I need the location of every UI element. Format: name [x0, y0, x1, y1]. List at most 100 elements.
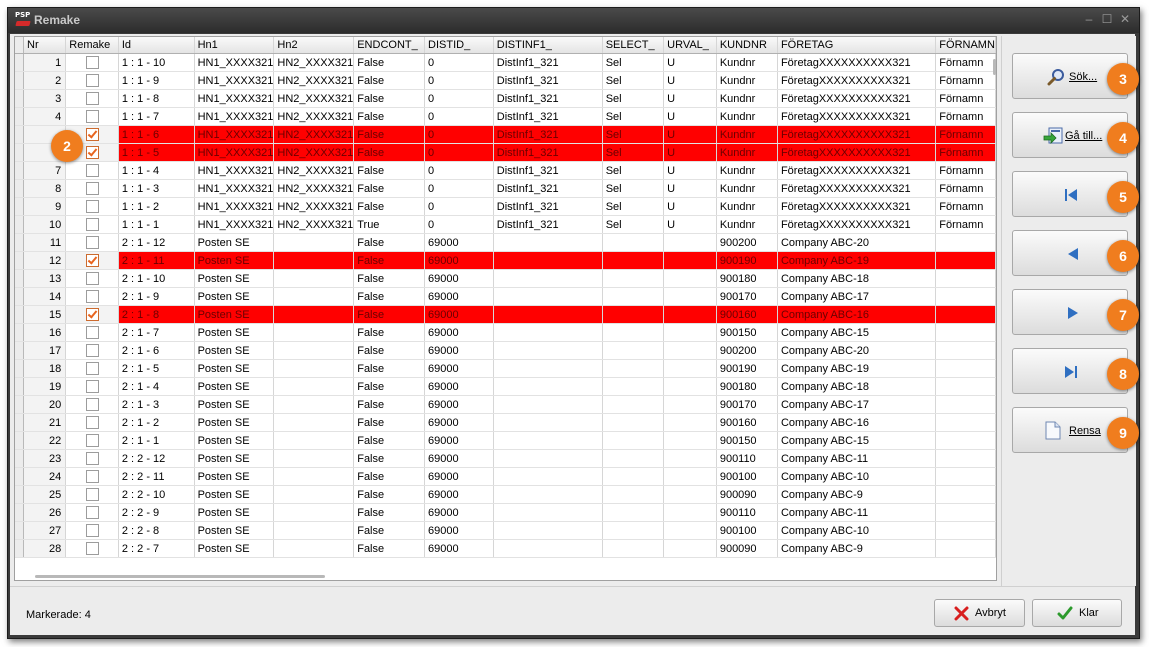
row-indicator[interactable]: [15, 539, 24, 558]
row-indicator[interactable]: [15, 125, 24, 144]
remake-checkbox[interactable]: [85, 236, 99, 249]
table-row[interactable]: 2 1 : 1 - 9 HN1_XXXX321 HN2_XXXX321 False 0 Di…: [15, 71, 996, 90]
row-indicator[interactable]: [15, 449, 24, 468]
remake-checkbox[interactable]: [85, 506, 99, 519]
column-header-endcont[interactable]: ENDCONT_: [353, 37, 426, 54]
remake-checkbox[interactable]: [85, 128, 99, 141]
column-header-foretag[interactable]: FÖRETAG: [777, 37, 937, 54]
table-row[interactable]: 13 2 : 1 - 10 Posten SE False 69000 900180 Com…: [15, 269, 996, 288]
table-row[interactable]: 11 2 : 1 - 12 Posten SE False 69000 900200 Com…: [15, 233, 996, 252]
table-row[interactable]: 1 : 1 - 5 HN1_XXXX321 HN2_XXXX321 False 0 Dis…: [15, 143, 996, 162]
data-grid[interactable]: Nr Remake Id Hn1 Hn2 ENDCONT_ DISTID_ DISTINF1_…: [14, 36, 997, 581]
row-indicator[interactable]: [15, 341, 24, 360]
remake-checkbox[interactable]: [85, 542, 99, 555]
maximize-icon[interactable]: ☐: [1100, 12, 1114, 26]
row-indicator[interactable]: [15, 143, 24, 162]
column-header-urval[interactable]: URVAL_: [663, 37, 717, 54]
column-header-kundnr[interactable]: KUNDNR: [716, 37, 778, 54]
remake-checkbox[interactable]: [85, 218, 99, 231]
remake-checkbox[interactable]: [85, 326, 99, 339]
remake-checkbox[interactable]: [85, 362, 99, 375]
table-row[interactable]: 17 2 : 1 - 6 Posten SE False 69000 900200 Comp…: [15, 341, 996, 360]
table-row[interactable]: 16 2 : 1 - 7 Posten SE False 69000 900150 Comp…: [15, 323, 996, 342]
remake-checkbox[interactable]: [85, 200, 99, 213]
row-indicator[interactable]: [15, 197, 24, 216]
remake-checkbox[interactable]: [85, 398, 99, 411]
row-indicator[interactable]: [15, 71, 24, 90]
row-indicator[interactable]: [15, 89, 24, 108]
row-indicator[interactable]: [15, 179, 24, 198]
row-indicator[interactable]: [15, 431, 24, 450]
table-row[interactable]: 22 2 : 1 - 1 Posten SE False 69000 900150 Comp…: [15, 431, 996, 450]
ok-button[interactable]: Klar: [1032, 599, 1122, 627]
remake-checkbox[interactable]: [85, 272, 99, 285]
column-header-hn2[interactable]: Hn2: [273, 37, 355, 54]
remake-checkbox[interactable]: [85, 452, 99, 465]
column-header-distinf1[interactable]: DISTINF1_: [493, 37, 603, 54]
table-row[interactable]: 7 1 : 1 - 4 HN1_XXXX321 HN2_XXXX321 False 0 Di…: [15, 161, 996, 180]
table-row[interactable]: 26 2 : 2 - 9 Posten SE False 69000 900110 Comp…: [15, 503, 996, 522]
row-indicator[interactable]: [15, 323, 24, 342]
remake-checkbox[interactable]: [85, 182, 99, 195]
table-row[interactable]: 14 2 : 1 - 9 Posten SE False 69000 900170 Comp…: [15, 287, 996, 306]
table-row[interactable]: 27 2 : 2 - 8 Posten SE False 69000 900100 Comp…: [15, 521, 996, 540]
row-indicator[interactable]: [15, 521, 24, 540]
row-indicator[interactable]: [15, 233, 24, 252]
remake-checkbox[interactable]: [85, 74, 99, 87]
vertical-scrollbar[interactable]: [993, 59, 996, 75]
table-row[interactable]: 15 2 : 1 - 8 Posten SE False 69000 900160 Comp…: [15, 305, 996, 324]
row-indicator[interactable]: [15, 107, 24, 126]
remake-checkbox[interactable]: [85, 110, 99, 123]
row-indicator[interactable]: [15, 467, 24, 486]
table-row[interactable]: 8 1 : 1 - 3 HN1_XXXX321 HN2_XXXX321 False 0 Di…: [15, 179, 996, 198]
table-row[interactable]: 3 1 : 1 - 8 HN1_XXXX321 HN2_XXXX321 False 0 Di…: [15, 89, 996, 108]
remake-checkbox[interactable]: [85, 146, 99, 159]
row-indicator[interactable]: [15, 395, 24, 414]
table-row[interactable]: 25 2 : 2 - 10 Posten SE False 69000 900090 Com…: [15, 485, 996, 504]
table-row[interactable]: 9 1 : 1 - 2 HN1_XXXX321 HN2_XXXX321 False 0 Di…: [15, 197, 996, 216]
row-indicator[interactable]: [15, 287, 24, 306]
row-indicator[interactable]: [15, 413, 24, 432]
table-row[interactable]: 19 2 : 1 - 4 Posten SE False 69000 900180 Comp…: [15, 377, 996, 396]
row-indicator[interactable]: [15, 485, 24, 504]
cancel-button[interactable]: Avbryt: [934, 599, 1025, 627]
remake-checkbox[interactable]: [85, 92, 99, 105]
table-row[interactable]: 10 1 : 1 - 1 HN1_XXXX321 HN2_XXXX321 True 0 Di…: [15, 215, 996, 234]
table-row[interactable]: 4 1 : 1 - 7 HN1_XXXX321 HN2_XXXX321 False 0 Di…: [15, 107, 996, 126]
remake-checkbox[interactable]: [85, 290, 99, 303]
table-row[interactable]: 24 2 : 2 - 11 Posten SE False 69000 900100 Com…: [15, 467, 996, 486]
row-indicator[interactable]: [15, 251, 24, 270]
row-indicator[interactable]: [15, 503, 24, 522]
column-header-hn1[interactable]: Hn1: [194, 37, 275, 54]
column-header-id[interactable]: Id: [118, 37, 195, 54]
table-row[interactable]: 1 1 : 1 - 10 HN1_XXXX321 HN2_XXXX321 False 0 D…: [15, 53, 996, 72]
remake-checkbox[interactable]: [85, 488, 99, 501]
row-indicator[interactable]: [15, 161, 24, 180]
table-row[interactable]: 12 2 : 1 - 11 Posten SE False 69000 900190 Com…: [15, 251, 996, 270]
table-row[interactable]: 1 : 1 - 6 HN1_XXXX321 HN2_XXXX321 False 0 Dis…: [15, 125, 996, 144]
row-indicator[interactable]: [15, 305, 24, 324]
remake-checkbox[interactable]: [85, 470, 99, 483]
table-row[interactable]: 20 2 : 1 - 3 Posten SE False 69000 900170 Comp…: [15, 395, 996, 414]
minimize-icon[interactable]: –: [1082, 12, 1096, 26]
row-indicator[interactable]: [15, 359, 24, 378]
row-indicator[interactable]: [15, 269, 24, 288]
table-row[interactable]: 23 2 : 2 - 12 Posten SE False 69000 900110 Com…: [15, 449, 996, 468]
close-icon[interactable]: ✕: [1118, 12, 1132, 26]
remake-checkbox[interactable]: [85, 254, 99, 267]
row-indicator[interactable]: [15, 53, 24, 72]
column-header-nr[interactable]: Nr: [23, 37, 67, 54]
remake-checkbox[interactable]: [85, 524, 99, 537]
table-row[interactable]: 21 2 : 1 - 2 Posten SE False 69000 900160 Comp…: [15, 413, 996, 432]
column-header-remake[interactable]: Remake: [65, 37, 119, 54]
column-header-select[interactable]: SELECT_: [602, 37, 665, 54]
column-header-fornamn[interactable]: FÖRNAMN: [935, 37, 996, 54]
table-row[interactable]: 18 2 : 1 - 5 Posten SE False 69000 900190 Comp…: [15, 359, 996, 378]
remake-checkbox[interactable]: [85, 164, 99, 177]
remake-checkbox[interactable]: [85, 308, 99, 321]
row-indicator[interactable]: [15, 215, 24, 234]
remake-checkbox[interactable]: [85, 434, 99, 447]
remake-checkbox[interactable]: [85, 416, 99, 429]
row-indicator[interactable]: [15, 377, 24, 396]
remake-checkbox[interactable]: [85, 380, 99, 393]
